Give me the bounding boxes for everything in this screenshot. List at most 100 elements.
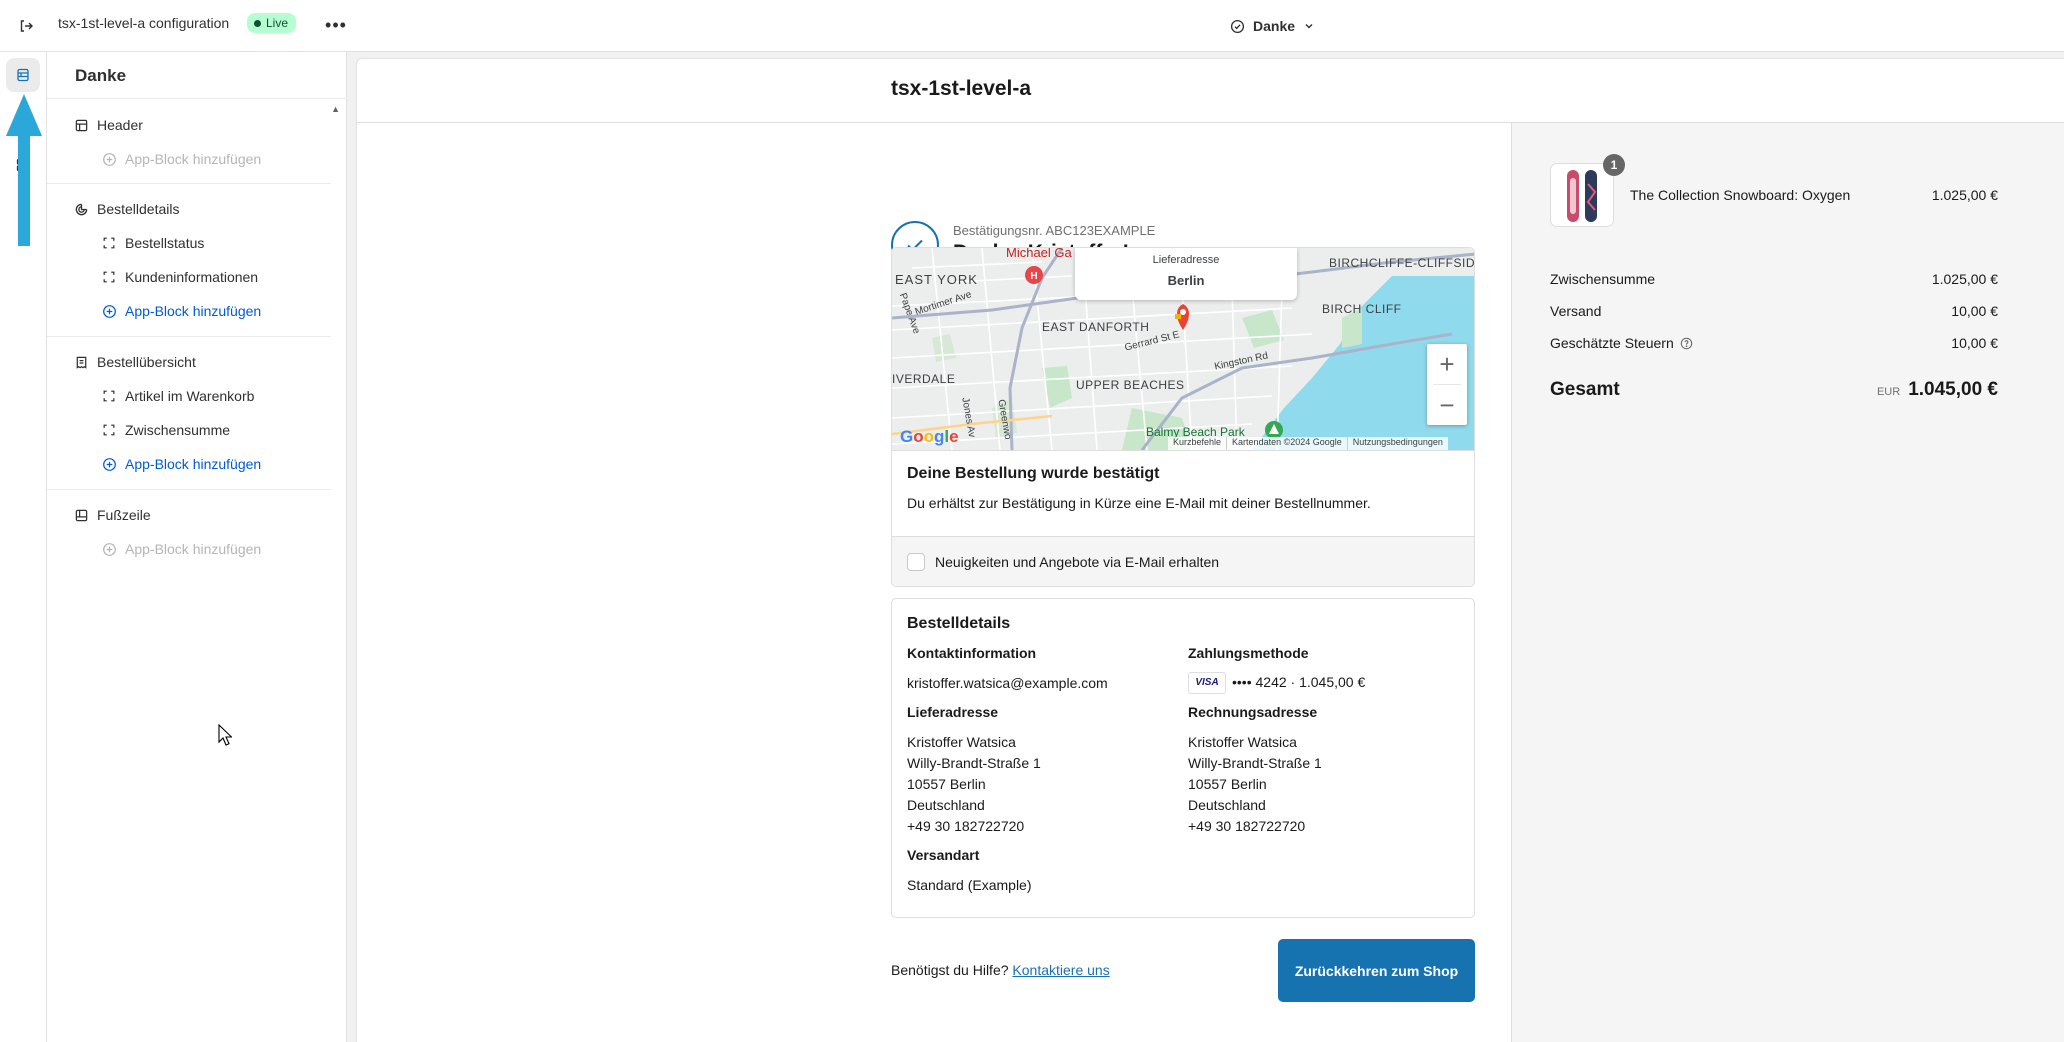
divider [47, 98, 347, 99]
payment-value: •••• 4242 · 1.045,00 € [1232, 674, 1366, 690]
order-confirmed-text: Du erhältst zur Bestätigung in Kürze ein… [907, 495, 1371, 511]
shipping-address-label: Lieferadresse [907, 704, 999, 720]
address-line: Deutschland [907, 797, 985, 813]
header-icon [73, 117, 89, 133]
plus-circle-icon [101, 151, 117, 167]
product-thumbnail [1550, 163, 1614, 227]
quantity-badge: 1 [1603, 154, 1625, 176]
order-confirmed-section: Deine Bestellung wurde bestätigt Du erhä… [892, 450, 1474, 536]
tax-value: 10,00 € [1951, 335, 1998, 351]
address-line: Deutschland [1188, 797, 1266, 814]
status-badge-label: Live [266, 16, 289, 30]
map-label: Michael Ga [1006, 248, 1072, 260]
zoom-in-button[interactable]: + [1427, 344, 1467, 384]
google-logo: Google [900, 427, 959, 446]
zoom-out-button[interactable]: − [1427, 385, 1467, 425]
top-bar: tsx-1st-level-a configuration Live ••• D… [0, 0, 2064, 52]
visa-card-icon: VISA [1188, 672, 1226, 695]
tax-label: Geschätzte Steuern [1550, 335, 1674, 351]
status-badge: Live [247, 13, 297, 33]
map-terms-link[interactable]: Nutzungsbedingungen [1346, 437, 1448, 450]
add-app-block-label: App-Block hinzufügen [125, 541, 262, 557]
sidebar-section-order-summary[interactable]: Bestellübersicht [73, 349, 196, 375]
sidebar-item-customer-info[interactable]: Kundeninformationen [101, 264, 258, 290]
app-title: tsx-1st-level-a configuration [58, 15, 230, 31]
plus-circle-icon [101, 456, 117, 472]
help-label: Benötigst du Hilfe? [891, 962, 1009, 978]
payment-label: Zahlungsmethode [1188, 645, 1309, 661]
preview-header: tsx-1st-level-a [357, 59, 2064, 123]
map-label: BIRCHCLIFFE-CLIFFSIDE [1329, 256, 1475, 270]
map-label: EAST DANFORTH [1042, 320, 1150, 334]
add-app-block-label: App-Block hinzufügen [125, 151, 262, 167]
address-line: Kristoffer Watsica [1188, 734, 1297, 751]
map-attribution: Kurzbefehle Kartendaten ©2024 Google Nut… [1168, 437, 1448, 450]
order-confirmed-heading: Deine Bestellung wurde bestätigt [907, 465, 1160, 482]
newsletter-label[interactable]: Neuigkeiten und Angebote via E-Mail erha… [935, 554, 1219, 570]
sidebar-item-subtotal[interactable]: Zwischensumme [101, 417, 230, 443]
popup-city: Berlin [1167, 273, 1205, 288]
currency-code: EUR [1876, 386, 1901, 398]
map-label: IVERDALE [892, 372, 956, 386]
scroll-up-arrow[interactable]: ▲ [331, 104, 340, 114]
shipping-address: Kristoffer Watsica Willy-Brandt-Straße 1… [907, 732, 1177, 837]
confirmation-number: Bestätigungsnr. ABC123EXAMPLE [953, 223, 1156, 238]
popup-label: Lieferadresse [1152, 254, 1220, 266]
add-app-block-label: App-Block hinzufügen [125, 456, 262, 472]
total-value: 1.045,00 € [1908, 379, 1998, 400]
shipping-method: Standard (Example) [907, 877, 1032, 893]
add-app-block-order-summary[interactable]: App-Block hinzufügen [101, 451, 261, 477]
delivery-map[interactable]: H Michael Ga EAST YORK BIRCHCLIFFE-CLIFF… [892, 248, 1475, 450]
map-shortcuts-link[interactable]: Kurzbefehle [1168, 437, 1227, 450]
address-line: +49 30 182722720 [907, 818, 1025, 834]
exit-button[interactable] [12, 12, 40, 40]
cart-line-item: 1 The Collection Snowboard: Oxygen 1.025… [1550, 154, 1998, 227]
total-label: Gesamt [1550, 379, 1620, 400]
sections-button[interactable] [6, 58, 40, 92]
sidebar: Danke ▲ Header App-Block hinzufügen Best… [47, 52, 347, 1042]
add-app-block-header[interactable]: App-Block hinzufügen [101, 146, 261, 172]
sidebar-item-order-status[interactable]: Bestellstatus [101, 230, 204, 256]
sidebar-item-label: Zwischensumme [125, 422, 231, 438]
return-to-shop-button[interactable]: Zurückkehren zum Shop [1278, 939, 1475, 1002]
add-app-block-label: App-Block hinzufügen [125, 303, 262, 319]
shipping-value: 10,00 € [1951, 303, 1998, 319]
sidebar-section-footer[interactable]: Fußzeile [73, 502, 151, 528]
block-icon [101, 269, 117, 285]
checkout-preview: tsx-1st-level-a Bestätigungsnr. ABC123EX… [356, 58, 2064, 1042]
sidebar-section-order-details[interactable]: Bestelldetails [73, 196, 180, 222]
address-line: Kristoffer Watsica [907, 734, 1016, 750]
sidebar-item-cart-items[interactable]: Artikel im Warenkorb [101, 383, 254, 409]
address-line: 10557 Berlin [1188, 776, 1267, 793]
shop-name[interactable]: tsx-1st-level-a [891, 77, 1031, 101]
newsletter-row: Neuigkeiten und Angebote via E-Mail erha… [892, 536, 1474, 586]
add-app-block-footer[interactable]: App-Block hinzufügen [101, 536, 261, 562]
mouse-cursor-icon [218, 724, 232, 746]
page-selector[interactable]: Danke [1230, 13, 1315, 39]
sidebar-section-label: Bestelldetails [97, 201, 180, 217]
map-data-credit: Kartendaten ©2024 Google [1226, 437, 1347, 450]
info-icon[interactable] [1680, 337, 1693, 350]
order-details-icon [73, 201, 89, 217]
order-details-heading: Bestelldetails [907, 615, 1011, 632]
sections-icon [17, 68, 29, 82]
map-label: UPPER BEACHES [1076, 378, 1185, 392]
sidebar-section-label: Fußzeile [97, 507, 151, 523]
product-price: 1.025,00 € [1931, 187, 1998, 203]
block-icon [101, 388, 117, 404]
contact-us-link[interactable]: Kontaktiere uns [1012, 962, 1109, 978]
order-summary-panel [1511, 123, 2064, 1042]
add-app-block-order-details[interactable]: App-Block hinzufügen [101, 298, 261, 324]
sidebar-section-header[interactable]: Header [73, 112, 143, 138]
divider [47, 183, 331, 184]
status-dot [254, 19, 261, 27]
page-selector-label: Danke [1253, 18, 1296, 34]
more-actions-button[interactable]: ••• [323, 12, 349, 38]
total-amount-group: EUR 1.045,00 € [1877, 379, 1998, 401]
details-left-column: Kontaktinformation kristoffer.watsica@ex… [907, 645, 1177, 896]
address-line: +49 30 182722720 [1188, 818, 1306, 835]
block-icon [101, 422, 117, 438]
receipt-icon [73, 354, 89, 370]
shipping-row: Versand 10,00 € [1550, 303, 1998, 323]
newsletter-checkbox[interactable] [907, 553, 925, 571]
